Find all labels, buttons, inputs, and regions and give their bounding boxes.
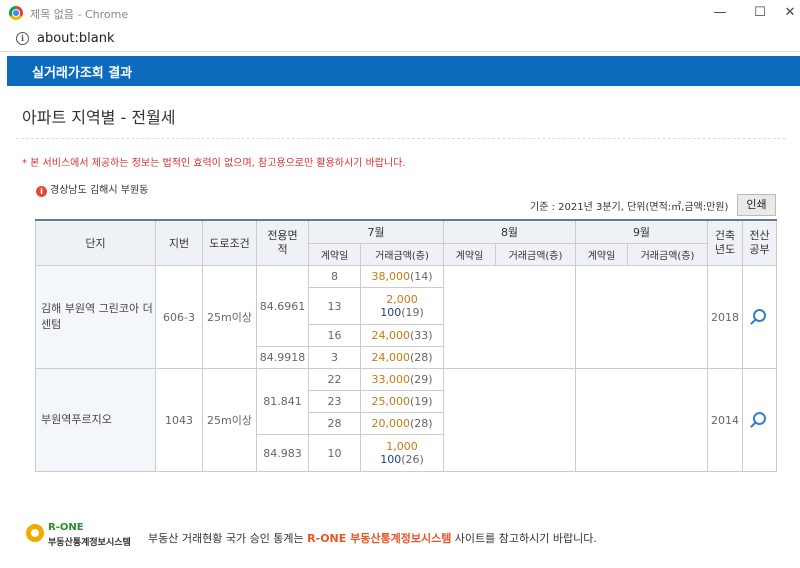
floor-value: (33) [409, 329, 433, 342]
amount-value: 24,000 [371, 329, 410, 342]
footer-prefix: 부동산 거래현황 국가 승인 통계는 [148, 532, 308, 545]
contract-day: 16 [308, 324, 361, 347]
floor-value: (14) [409, 270, 433, 283]
header-complex: 단지 [35, 219, 156, 266]
header-area: 전용면적 [256, 219, 309, 266]
close-button[interactable]: ✕ [780, 3, 800, 23]
header-contract-day: 계약일 [308, 243, 361, 266]
deal-amount: 25,000(19) [360, 390, 444, 413]
deal-amount: 20,000(28) [360, 412, 444, 435]
contract-day: 8 [308, 265, 361, 288]
rone-logo-kor: 부동산통계정보시스템 [48, 538, 131, 548]
lot-number: 1043 [155, 368, 203, 472]
page-title: 아파트 지역별 - 전월세 [22, 108, 176, 127]
area-value: 84.9918 [256, 346, 309, 369]
amount-value: 33,000 [371, 373, 410, 386]
road-condition: 25m이상 [202, 368, 257, 472]
minimize-button[interactable]: — [705, 3, 735, 23]
amount-value: 38,000 [371, 270, 410, 283]
criteria-text: 기준 : 2021년 3분기, 단위(면적:㎡,금액:만원) [530, 202, 729, 213]
region-label: i 경상남도 김해시 부원동 [36, 181, 148, 197]
header-month-8: 8월 [443, 219, 576, 244]
rone-logo[interactable]: R-ONE 부동산통계정보시스템 [26, 522, 144, 548]
maximize-button[interactable]: ☐ [745, 3, 775, 23]
area-value: 84.6961 [256, 265, 309, 347]
header-month-7: 7월 [308, 219, 444, 244]
deal-amount: 2,000 100(19) [360, 287, 444, 325]
rent-value: 100 [380, 306, 402, 319]
area-value: 81.841 [256, 368, 309, 435]
deal-amount: 24,000(33) [360, 324, 444, 347]
floor-value: (19) [409, 395, 433, 408]
contract-day: 28 [308, 412, 361, 435]
month-8-empty [443, 265, 576, 369]
header-road: 도로조건 [202, 219, 257, 266]
table-row: 부원역푸르지오 1043 25m이상 81.841 22 33,000(29) … [35, 368, 777, 472]
floor-value: (26) [401, 453, 424, 466]
road-condition: 25m이상 [202, 265, 257, 369]
search-icon[interactable] [753, 309, 766, 322]
footer-suffix: 사이트를 참고하시기 바랍니다. [451, 532, 597, 545]
header-lot: 지번 [155, 219, 203, 266]
deal-amount: 24,000(28) [360, 346, 444, 369]
deal-amount: 38,000(14) [360, 265, 444, 288]
header-contract-day: 계약일 [575, 243, 628, 266]
table-row: 김해 부원역 그린코아 더센텀 606-3 25m이상 84.6961 8 38… [35, 265, 777, 369]
browser-titlebar: 제목 없음 - Chrome — ☐ ✕ [0, 0, 800, 28]
footer-link[interactable]: R-ONE 부동산통계정보시스템 [307, 532, 451, 545]
info-icon[interactable]: i [16, 32, 29, 45]
address-bar[interactable]: i about:blank [0, 27, 800, 52]
deal-amount: 1,000 100(26) [360, 434, 444, 472]
contract-day: 13 [308, 287, 361, 325]
month-9-empty [575, 368, 708, 472]
header-deal-amount: 거래금액(층) [360, 243, 444, 266]
result-header-band: 실거래가조회 결과 [7, 56, 800, 86]
region-text: 경상남도 김해시 부원동 [50, 185, 149, 196]
registry-link[interactable] [742, 368, 777, 472]
floor-value: (19) [401, 306, 424, 319]
registry-link[interactable] [742, 265, 777, 369]
floor-value: (28) [409, 417, 433, 430]
contract-day: 10 [308, 434, 361, 472]
amount-value: 24,000 [371, 351, 410, 364]
build-year: 2018 [707, 265, 743, 369]
contract-day: 3 [308, 346, 361, 369]
floor-value: (28) [409, 351, 433, 364]
deal-amount: 33,000(29) [360, 368, 444, 391]
deposit-value: 2,000 [386, 293, 418, 306]
lot-number: 606-3 [155, 265, 203, 369]
divider [16, 138, 786, 139]
area-value: 84.983 [256, 434, 309, 472]
header-month-9: 9월 [575, 219, 708, 244]
contract-day: 23 [308, 390, 361, 413]
amount-value: 25,000 [371, 395, 410, 408]
build-year: 2014 [707, 368, 743, 472]
footer-text: 부동산 거래현황 국가 승인 통계는 R-ONE 부동산통계정보시스템 사이트를… [148, 530, 597, 546]
header-registry: 전산공부 [742, 219, 777, 266]
search-icon[interactable] [753, 412, 766, 425]
rone-logo-icon [26, 524, 44, 542]
month-8-empty [443, 368, 576, 472]
chrome-logo-icon [9, 6, 23, 20]
header-contract-day: 계약일 [443, 243, 496, 266]
deposit-value: 1,000 [386, 440, 418, 453]
amount-value: 20,000 [371, 417, 410, 430]
print-button[interactable]: 인쇄 [737, 194, 776, 216]
location-icon: i [36, 186, 47, 197]
band-title: 실거래가조회 결과 [32, 66, 133, 81]
month-9-empty [575, 265, 708, 369]
header-deal-amount: 거래금액(층) [627, 243, 708, 266]
disclaimer-notice: * 본 서비스에서 제공하는 정보는 법적인 효력이 없으며, 참고용으로만 활… [22, 158, 406, 169]
complex-name: 김해 부원역 그린코아 더센텀 [35, 265, 156, 369]
window-title: 제목 없음 - Chrome [30, 8, 129, 21]
header-deal-amount: 거래금액(층) [495, 243, 576, 266]
rone-logo-eng: R-ONE [48, 522, 84, 533]
url-text[interactable]: about:blank [37, 31, 115, 46]
complex-name: 부원역푸르지오 [35, 368, 156, 472]
header-build-year: 건축년도 [707, 219, 743, 266]
floor-value: (29) [409, 373, 433, 386]
transaction-table: 단지 지번 도로조건 전용면적 7월 8월 9월 건축년도 전산공부 계약일 거… [35, 219, 777, 472]
rent-value: 100 [380, 453, 402, 466]
contract-day: 22 [308, 368, 361, 391]
